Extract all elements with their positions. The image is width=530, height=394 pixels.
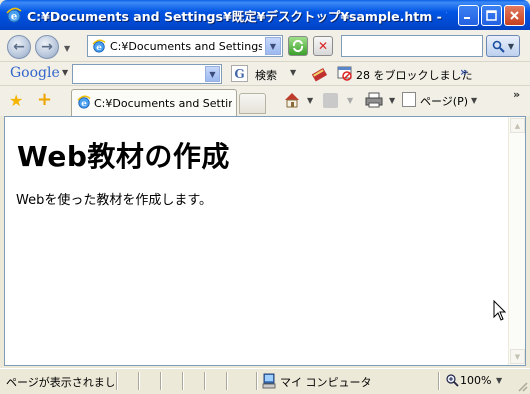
zoom-icon[interactable] — [445, 373, 459, 387]
back-icon: ← — [13, 39, 25, 55]
status-separator — [138, 372, 139, 390]
scroll-down-arrow[interactable]: ▼ — [510, 349, 525, 364]
search-dropdown-icon[interactable]: ▼ — [508, 42, 514, 51]
status-separator — [226, 372, 227, 390]
refresh-icon — [292, 39, 304, 53]
status-separator — [116, 372, 117, 390]
ie-icon: e — [92, 39, 106, 53]
address-bar[interactable]: e C:¥Documents and Settings¥既 ▼ — [87, 35, 283, 57]
google-menu-dropdown[interactable]: ▼ — [62, 68, 68, 77]
back-button[interactable]: ← — [7, 35, 31, 59]
address-text[interactable]: C:¥Documents and Settings¥既 — [110, 38, 262, 54]
resize-grip-icon[interactable] — [516, 380, 528, 392]
mouse-cursor-icon — [493, 300, 507, 321]
google-search-input[interactable]: ▼ — [72, 64, 222, 84]
status-separator — [204, 372, 205, 390]
ie-icon: e — [6, 7, 22, 23]
page-viewport[interactable]: Web教材の作成 Webを使った教材を作成します。 ▲ ▼ — [4, 116, 526, 366]
new-tab-button[interactable] — [239, 93, 266, 114]
print-icon[interactable] — [364, 92, 384, 108]
pagerank-icon[interactable] — [311, 65, 328, 82]
ie-icon: e — [77, 95, 91, 109]
page-menu-button[interactable]: ページ(P) — [420, 93, 468, 109]
zoom-level[interactable]: 100% — [460, 374, 491, 387]
computer-icon — [262, 373, 276, 389]
stop-icon: ✕ — [317, 39, 329, 53]
google-more-button[interactable]: » — [460, 65, 468, 79]
close-icon — [510, 11, 519, 20]
address-dropdown[interactable]: ▼ — [265, 37, 281, 55]
vertical-scrollbar[interactable]: ▲ ▼ — [508, 117, 525, 365]
status-text: ページが表示されました — [6, 376, 114, 389]
home-dropdown[interactable]: ▼ — [307, 96, 313, 105]
maximize-button[interactable] — [481, 5, 502, 26]
search-button[interactable]: ▼ — [486, 35, 520, 57]
google-logo-text: Google — [10, 65, 60, 81]
stop-button[interactable]: ✕ — [313, 36, 333, 56]
page-dropdown[interactable]: ▼ — [471, 96, 477, 105]
favorites-star-icon[interactable]: ★ — [9, 91, 23, 110]
tab-label: C:¥Documents and Settin... — [94, 96, 232, 110]
popup-blocker-icon[interactable] — [337, 65, 353, 81]
svg-text:e: e — [81, 99, 87, 109]
google-logo[interactable]: Google — [10, 65, 60, 81]
maximize-icon — [486, 10, 497, 21]
add-favorites-icon[interactable]: + — [37, 89, 52, 110]
history-dropdown[interactable]: ▼ — [64, 44, 70, 53]
page-heading: Web教材の作成 — [17, 140, 230, 173]
page-icon[interactable] — [402, 92, 416, 107]
forward-icon: → — [41, 39, 53, 55]
search-input[interactable] — [341, 35, 483, 57]
refresh-button[interactable] — [288, 36, 308, 56]
feed-icon[interactable] — [323, 93, 338, 108]
home-icon[interactable] — [283, 91, 301, 109]
blocked-popups-label[interactable]: 28 をブロックしました — [356, 67, 473, 83]
toolbar-more-button[interactable]: » — [513, 88, 520, 101]
zoom-dropdown[interactable]: ▼ — [496, 376, 502, 385]
google-search-button[interactable]: 検索 — [255, 67, 277, 83]
title-bar[interactable]: e C:¥Documents and Settings¥既定¥デスクトップ¥sa… — [0, 0, 530, 30]
print-dropdown[interactable]: ▼ — [389, 96, 395, 105]
tab-bar: ★ + e C:¥Documents and Settin... ▼ ▼ ▼ ペ… — [0, 86, 530, 116]
google-search-dropdown[interactable]: ▼ — [205, 66, 220, 82]
status-separator — [256, 372, 257, 390]
status-separator — [182, 372, 183, 390]
search-icon — [492, 40, 505, 53]
minimize-icon — [464, 17, 470, 19]
svg-text:e: e — [96, 43, 102, 53]
tab-active[interactable]: e C:¥Documents and Settin... — [71, 89, 237, 116]
close-button[interactable] — [504, 5, 525, 26]
status-bar: ページが表示されました マイ コンピュータ 100% ▼ — [0, 368, 530, 394]
google-toolbar: Google ▼ ▼ G 検索 ▼ 28 をブロックしました » — [0, 62, 530, 86]
navigation-bar: ← → ▼ e C:¥Documents and Settings¥既 ▼ ✕ … — [0, 30, 530, 62]
security-zone-label: マイ コンピュータ — [280, 376, 372, 389]
status-separator — [160, 372, 161, 390]
scroll-up-arrow[interactable]: ▲ — [510, 118, 525, 133]
forward-button[interactable]: → — [35, 35, 59, 59]
status-separator — [438, 372, 439, 390]
minimize-button[interactable] — [458, 5, 479, 26]
window-title: C:¥Documents and Settings¥既定¥デスクトップ¥samp… — [27, 8, 447, 24]
svg-text:e: e — [11, 12, 17, 23]
google-search-options-dropdown[interactable]: ▼ — [290, 68, 296, 77]
google-g-icon[interactable]: G — [231, 65, 248, 82]
feed-dropdown[interactable]: ▼ — [347, 96, 353, 105]
page-paragraph: Webを使った教材を作成します。 — [16, 193, 213, 208]
